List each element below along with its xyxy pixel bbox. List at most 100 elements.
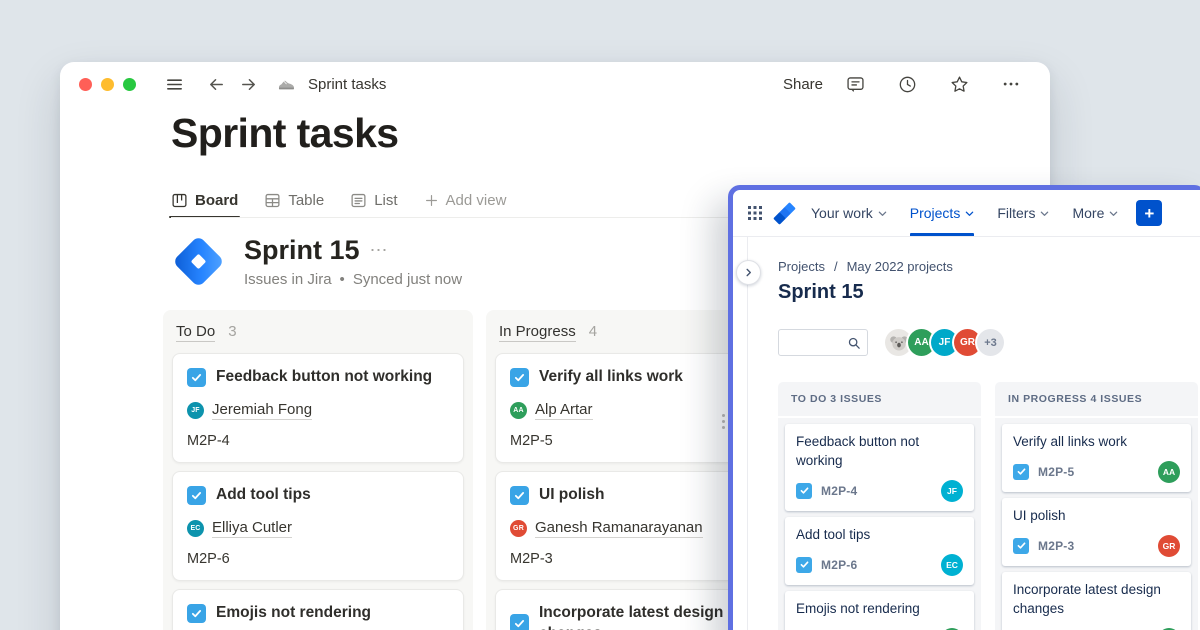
task-checkbox-icon[interactable] (510, 614, 529, 630)
chevron-down-icon (1109, 209, 1118, 218)
jira-sprint-icon (169, 232, 227, 290)
column-header: IN PROGRESS 4 ISSUES (995, 382, 1198, 416)
task-checkbox-icon[interactable] (510, 368, 529, 387)
forward-arrow-icon[interactable] (236, 72, 260, 96)
issue-key: M2P-6 (187, 551, 449, 567)
issue-title: Incorporate latest design changes (1013, 581, 1180, 619)
jira-window: Your work Projects Filters More + (728, 185, 1200, 630)
sprint-meta: Issues in Jira • Synced just now (244, 271, 462, 288)
app-switcher-grid-icon[interactable] (748, 206, 762, 220)
assignee-avatar[interactable]: JF (941, 480, 963, 502)
column-count: 3 (228, 323, 236, 340)
ellipsis-icon[interactable] (999, 72, 1023, 96)
avatar-overflow-badge[interactable]: +3 (977, 329, 1004, 356)
column-title[interactable]: To Do (176, 323, 215, 342)
issue-card[interactable]: Feedback button not working M2P-4 JF (785, 424, 974, 511)
jira-column-inprogress: IN PROGRESS 4 ISSUES Verify all links wo… (995, 382, 1198, 630)
issue-title: UI polish (1013, 507, 1180, 526)
board-card[interactable]: Feedback button not working JF Jeremiah … (172, 353, 464, 463)
minimize-window-button[interactable] (101, 78, 114, 91)
screenshot-stage: Sprint tasks Share (0, 0, 1200, 630)
create-button[interactable]: + (1136, 200, 1162, 226)
issue-title: Feedback button not working (796, 433, 963, 471)
issue-card[interactable]: UI polish M2P-3 GR (1002, 498, 1191, 566)
jira-logo-icon[interactable] (774, 203, 794, 223)
board-card[interactable]: Emojis not rendering AA Alp Artar (172, 589, 464, 630)
issue-card[interactable]: Incorporate latest design changes M2P-2 … (1002, 572, 1191, 630)
sprint-options-button[interactable]: ⋯ (370, 240, 389, 261)
board-toolbar: AA JF GR +3 (778, 329, 1200, 356)
history-clock-icon[interactable] (895, 72, 919, 96)
issue-card[interactable]: Verify all links work M2P-5 AA (1002, 424, 1191, 492)
notion-titlebar: Sprint tasks Share (60, 62, 1050, 106)
board-card[interactable]: Add tool tips EC Elliya Cutler M2P-6 (172, 471, 464, 581)
assignee-avatar: JF (187, 402, 204, 419)
column-title[interactable]: In Progress (499, 323, 576, 342)
star-icon[interactable] (947, 72, 971, 96)
add-view-button[interactable]: Add view (424, 184, 507, 217)
sidebar-toggle-hamburger-icon[interactable] (162, 72, 186, 96)
card-title: Feedback button not working (216, 367, 432, 388)
nav-projects[interactable]: Projects (910, 190, 975, 236)
task-checkbox-icon[interactable] (510, 486, 529, 505)
assignee-name[interactable]: Jeremiah Fong (212, 401, 312, 420)
sprint-title: Sprint 15 (244, 235, 360, 266)
zoom-window-button[interactable] (123, 78, 136, 91)
comment-icon[interactable] (843, 72, 867, 96)
task-checkbox-icon[interactable] (187, 486, 206, 505)
page-title: Sprint tasks (171, 110, 399, 157)
breadcrumb-doc-title[interactable]: Sprint tasks (308, 76, 386, 93)
assignee-avatar[interactable]: AA (1158, 461, 1180, 483)
assignee-name[interactable]: Elliya Cutler (212, 519, 292, 538)
member-avatar-stack: AA JF GR +3 (885, 329, 1004, 356)
nav-your-work[interactable]: Your work (811, 190, 887, 236)
card-title: Verify all links work (539, 367, 683, 388)
breadcrumb-projects[interactable]: Projects (778, 259, 825, 274)
nav-more[interactable]: More (1072, 190, 1118, 236)
issue-card[interactable]: Add tool tips M2P-6 EC (785, 517, 974, 585)
issue-key: M2P-4 (187, 433, 449, 449)
assignee-avatar[interactable]: EC (941, 554, 963, 576)
sidebar-expand-button[interactable] (736, 260, 761, 285)
assignee-name[interactable]: Ganesh Ramanarayanan (535, 519, 703, 538)
issue-key: M2P-4 (821, 484, 857, 498)
card-title: Emojis not rendering (216, 603, 371, 624)
search-icon (848, 337, 860, 349)
task-checkbox-icon[interactable] (187, 604, 206, 623)
tab-board[interactable]: Board (171, 184, 238, 217)
nav-filters[interactable]: Filters (997, 190, 1049, 236)
chevron-down-icon (965, 209, 974, 218)
chevron-right-icon (744, 268, 753, 277)
assignee-avatar[interactable]: GR (1158, 535, 1180, 557)
breadcrumb: Projects / May 2022 projects (778, 259, 1200, 274)
share-button[interactable]: Share (783, 76, 823, 93)
task-type-icon (1013, 538, 1029, 554)
assignee-avatar: GR (510, 520, 527, 537)
issue-key: M2P-5 (1038, 465, 1074, 479)
jira-sidebar-rail (733, 237, 748, 630)
issue-card[interactable]: Emojis not rendering M2P-1 AA (785, 591, 974, 630)
issue-key: M2P-3 (1038, 539, 1074, 553)
assignee-name[interactable]: Alp Artar (535, 401, 593, 420)
task-checkbox-icon[interactable] (187, 368, 206, 387)
column-drag-handle[interactable] (722, 414, 725, 429)
jira-page-title: Sprint 15 (778, 281, 1200, 304)
close-window-button[interactable] (79, 78, 92, 91)
task-type-icon (796, 557, 812, 573)
issue-title: Emojis not rendering (796, 600, 963, 619)
back-arrow-icon[interactable] (204, 72, 228, 96)
chevron-down-icon (1040, 209, 1049, 218)
assignee-avatar: EC (187, 520, 204, 537)
issue-key: M2P-6 (821, 558, 857, 572)
tab-list[interactable]: List (350, 184, 397, 217)
tab-table[interactable]: Table (264, 184, 324, 217)
jira-top-nav: Your work Projects Filters More + (733, 190, 1200, 237)
board-search[interactable] (778, 329, 868, 356)
breadcrumb-project-name[interactable]: May 2022 projects (847, 259, 953, 274)
task-type-icon (1013, 464, 1029, 480)
notion-board: To Do 3 Feedback button not working JF J… (163, 310, 796, 630)
card-title: Add tool tips (216, 485, 311, 506)
window-controls (79, 78, 136, 91)
assignee-avatar: AA (510, 402, 527, 419)
sneaker-emoji-icon (274, 72, 298, 96)
